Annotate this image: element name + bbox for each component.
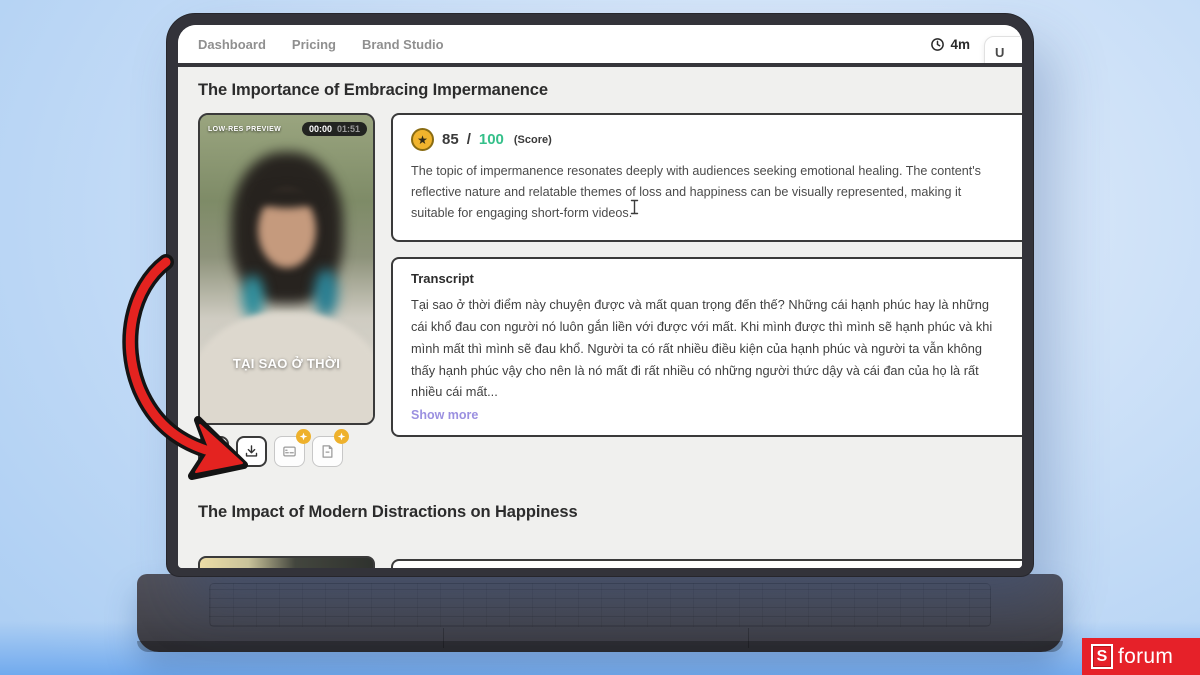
details-column: ★ 85 / 100 (Score) The topic of imperman… xyxy=(391,113,1022,467)
transcript-body: Tại sao ở thời điểm này chuyện được và m… xyxy=(411,297,993,400)
video-result-row: LOW-RES PREVIEW 00:00 01:51 TẠI SAO Ở TH… xyxy=(198,113,1022,467)
top-navbar: Dashboard Pricing Brand Studio 4m U xyxy=(178,25,1022,82)
document-icon xyxy=(320,444,335,459)
score-value: 85 xyxy=(442,131,459,148)
score-card: ★ 85 / 100 (Score) The topic of imperman… xyxy=(391,113,1022,243)
score-description: The topic of impermanence resonates deep… xyxy=(411,164,981,221)
star-icon: ★ xyxy=(411,128,434,151)
sforum-logo-text: forum xyxy=(1118,644,1174,668)
next-video-thumbnail-partial[interactable] xyxy=(198,556,375,568)
video-column: LOW-RES PREVIEW 00:00 01:51 TẠI SAO Ở TH… xyxy=(198,113,375,467)
video-preview[interactable]: LOW-RES PREVIEW 00:00 01:51 TẠI SAO Ở TH… xyxy=(198,113,375,425)
sforum-logo-icon: S xyxy=(1091,644,1113,669)
video-overlay-top: LOW-RES PREVIEW 00:00 01:51 xyxy=(208,122,367,136)
video-thumbnail xyxy=(241,275,264,320)
page-title: The Importance of Embracing Impermanence xyxy=(198,81,548,99)
nav-item-dashboard[interactable]: Dashboard xyxy=(198,37,266,52)
video-current-time: 00:00 xyxy=(308,124,332,134)
captions-button[interactable] xyxy=(274,429,311,467)
video-duration: 01:51 xyxy=(336,124,360,134)
download-icon xyxy=(244,444,259,459)
sforum-watermark: S forum xyxy=(1082,638,1200,675)
pencil-icon xyxy=(206,444,221,459)
show-more-link[interactable]: Show more xyxy=(411,408,478,422)
lowres-preview-label: LOW-RES PREVIEW xyxy=(208,125,282,133)
transcript-card: Transcript Tại sao ở thời điểm này chuyệ… xyxy=(391,257,1022,438)
laptop-base-lip xyxy=(137,641,1063,652)
sparkle-badge-icon xyxy=(296,429,311,444)
app-window: Dashboard Pricing Brand Studio 4m U The … xyxy=(178,25,1022,568)
caption-card-icon xyxy=(282,444,297,459)
next-score-card-partial xyxy=(391,559,1022,568)
score-row: ★ 85 / 100 (Score) xyxy=(411,128,1012,151)
laptop-keyboard xyxy=(209,583,991,627)
download-button[interactable] xyxy=(236,436,267,467)
nav-item-brand-studio[interactable]: Brand Studio xyxy=(362,37,444,52)
edit-button[interactable] xyxy=(198,436,229,467)
script-button[interactable] xyxy=(312,429,349,467)
video-subtitle-caption: TẠI SAO Ở THỜI xyxy=(232,356,341,371)
clock-icon xyxy=(930,37,945,52)
video-actions xyxy=(198,429,375,467)
score-max: 100 xyxy=(478,131,504,148)
nav-timer: 4m xyxy=(930,37,970,52)
score-divider: / xyxy=(466,131,471,148)
score-label: (Score) xyxy=(513,133,552,146)
timer-value: 4m xyxy=(950,36,970,52)
next-result-partial xyxy=(198,556,1022,568)
main-content: The Importance of Embracing Impermanence… xyxy=(178,63,1022,568)
laptop-screen: Dashboard Pricing Brand Studio 4m U The … xyxy=(167,14,1033,576)
nav-item-pricing[interactable]: Pricing xyxy=(292,37,336,52)
laptop-base xyxy=(137,574,1063,652)
video-thumbnail xyxy=(253,185,320,208)
video-time-pill: 00:00 01:51 xyxy=(301,122,367,136)
transcript-heading: Transcript xyxy=(411,271,474,287)
sparkle-badge-icon xyxy=(334,429,349,444)
next-section-title: The Impact of Modern Distractions on Hap… xyxy=(198,503,578,521)
